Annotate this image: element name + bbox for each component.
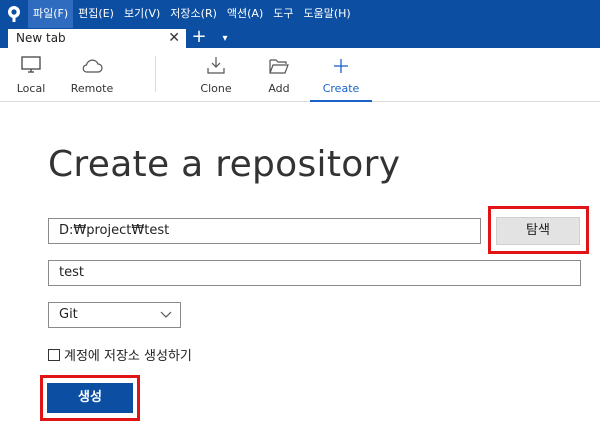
menu-edit[interactable]: 편집(E) [73, 0, 119, 28]
create-on-account-checkbox[interactable] [48, 348, 60, 361]
page-title: Create a repository [48, 144, 401, 185]
destination-path-input[interactable]: D:₩project₩test [48, 218, 481, 244]
browse-button[interactable]: 탐색 [496, 217, 580, 245]
add-tab-icon[interactable]: + [190, 28, 208, 48]
tab-bar: New tab ✕ + ▾ [0, 28, 600, 48]
create-button[interactable]: 생성 [47, 383, 133, 413]
menu-help[interactable]: 도움말(H) [299, 0, 356, 28]
menu-tools[interactable]: 도구 [268, 0, 298, 28]
tab-label: New tab [16, 31, 66, 45]
menu-repository[interactable]: 저장소(R) [165, 0, 222, 28]
create-on-account-option: 계정에 저장소 생성하기 [48, 345, 192, 364]
download-icon [207, 48, 225, 78]
toolbar-divider [155, 56, 156, 92]
local-button[interactable]: Local [12, 48, 50, 102]
cloud-icon [81, 48, 103, 78]
close-icon[interactable]: ✕ [168, 29, 180, 48]
create-on-account-label: 계정에 저장소 생성하기 [64, 349, 192, 364]
monitor-icon [21, 48, 41, 78]
local-label: Local [16, 82, 46, 95]
create-label: Create [322, 82, 360, 95]
folder-open-icon [269, 48, 289, 78]
clone-label: Clone [200, 82, 232, 95]
menu-file[interactable]: 파일(F) [28, 0, 74, 28]
menu-view[interactable]: 보기(V) [119, 0, 165, 28]
plus-icon [333, 48, 349, 78]
add-button[interactable]: Add [262, 48, 296, 102]
tab-new-tab[interactable]: New tab ✕ [8, 29, 186, 48]
menu-actions[interactable]: 액션(A) [222, 0, 268, 28]
menu-bar: 파일(F) 편집(E) 보기(V) 저장소(R) 액션(A) 도구 도움말(H) [0, 0, 600, 28]
remote-label: Remote [70, 82, 114, 95]
chevron-down-icon[interactable]: ▾ [218, 28, 232, 48]
add-label: Add [268, 82, 290, 95]
chevron-down-icon [160, 303, 172, 327]
remote-button[interactable]: Remote [68, 48, 116, 102]
repository-name-input[interactable]: test [48, 260, 581, 286]
clone-button[interactable]: Clone [196, 48, 236, 102]
vcs-type-value: Git [59, 307, 78, 322]
create-tab-button[interactable]: Create [310, 48, 372, 102]
toolbar: Local Remote Clone Add Create [0, 48, 600, 102]
vcs-type-select[interactable]: Git [48, 302, 181, 328]
sourcetree-logo-icon [0, 0, 28, 28]
